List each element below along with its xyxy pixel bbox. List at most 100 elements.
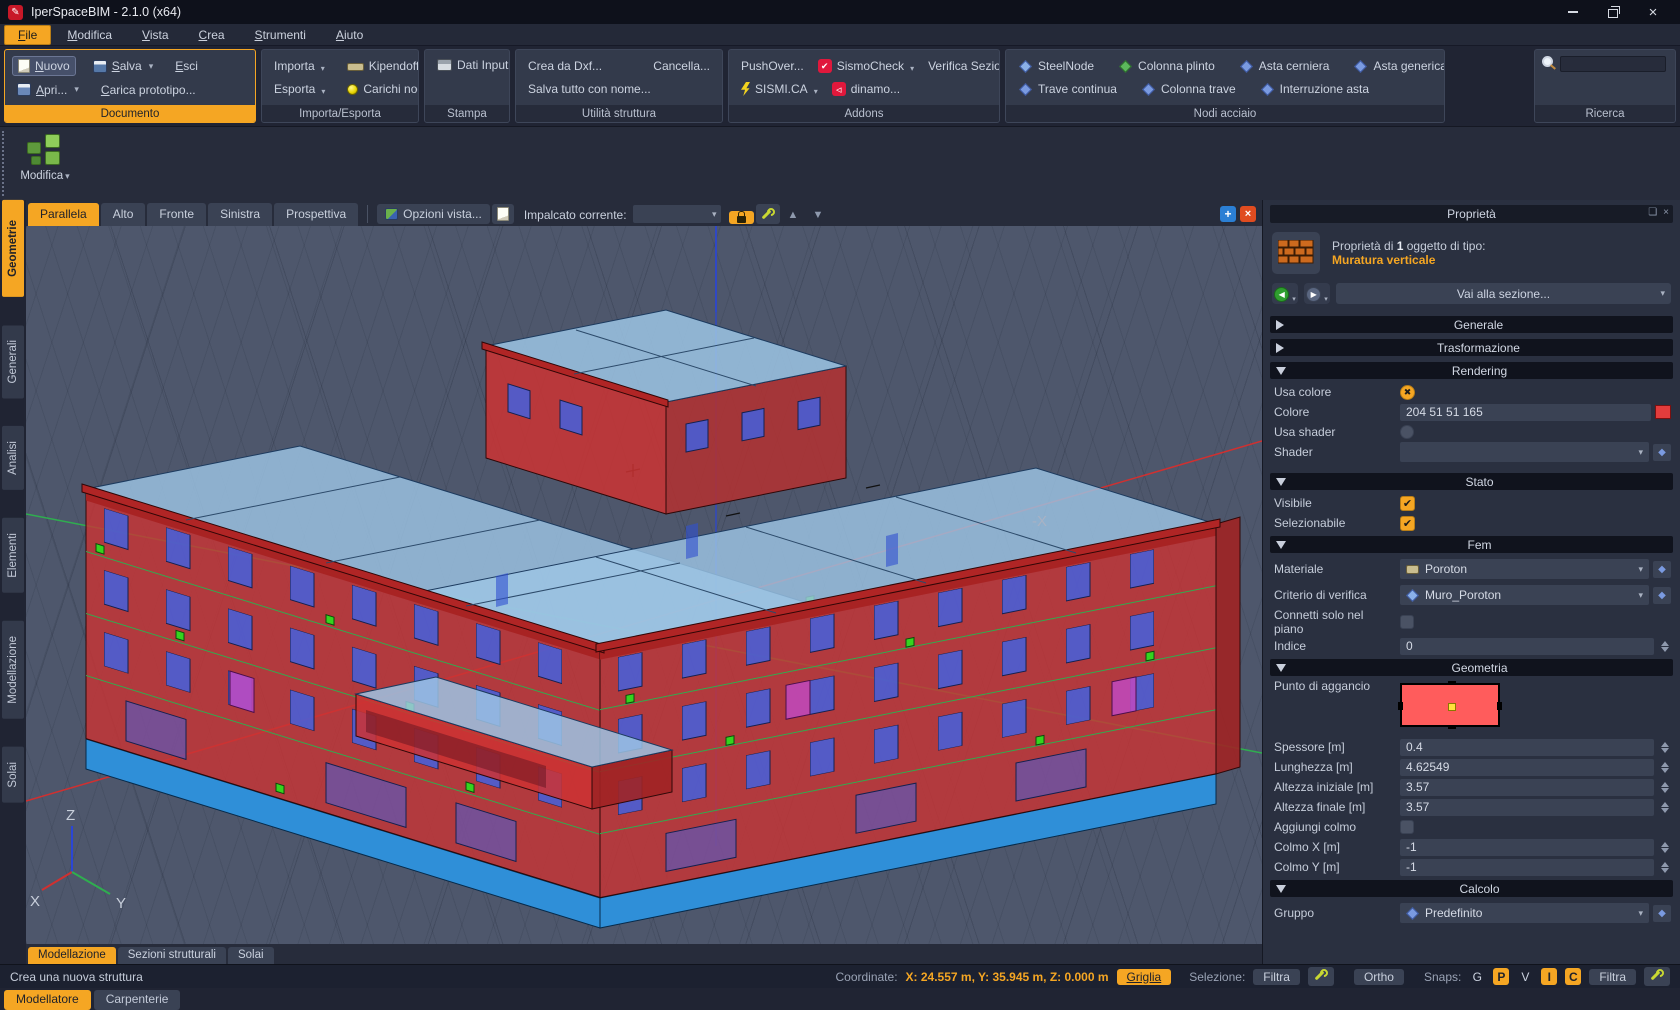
goto-section-dropdown[interactable]: Vai alla sezione...▾ [1336, 283, 1671, 304]
snap-settings-button[interactable] [1644, 967, 1670, 986]
add-view-button[interactable]: + [1220, 206, 1236, 222]
snap-c[interactable]: C [1565, 968, 1581, 985]
colmo-y-field[interactable]: -1 [1400, 859, 1654, 876]
sidetab-elementi[interactable]: Elementi [2, 518, 24, 593]
salva-tutto-button[interactable]: Salva tutto con nome... [523, 80, 656, 98]
menu-aiuto[interactable]: Aiuto [322, 25, 377, 45]
sismica-button[interactable]: SISMI.CA▾ [736, 80, 823, 98]
bottomtab-modellazione[interactable]: Modellazione [28, 947, 116, 964]
indice-spinner[interactable] [1658, 641, 1671, 652]
section-trasformazione[interactable]: Trasformazione [1270, 339, 1673, 356]
modifica-tool-button[interactable]: Modifica▾ [12, 130, 78, 184]
section-stato[interactable]: Stato [1270, 473, 1673, 490]
altezza-iniziale-spinner[interactable] [1658, 782, 1671, 793]
menu-modifica[interactable]: Modifica [53, 25, 126, 45]
section-rendering[interactable]: Rendering [1270, 362, 1673, 379]
snap-i[interactable]: I [1541, 968, 1557, 985]
steelnode-button[interactable]: SteelNode [1013, 57, 1099, 75]
apri-button[interactable]: Apri...▾ [12, 81, 84, 99]
snap-filtra-button[interactable]: Filtra [1589, 969, 1636, 985]
menu-crea[interactable]: Crea [185, 25, 239, 45]
importa-dropdown-icon[interactable]: ▾ [321, 64, 325, 73]
modifica-dropdown-icon[interactable]: ▾ [65, 171, 70, 181]
connetti-checkbox[interactable] [1400, 615, 1414, 629]
indice-field[interactable]: 0 [1400, 638, 1654, 655]
menu-vista[interactable]: Vista [128, 25, 182, 45]
impalcato-select[interactable]: ▾ [633, 205, 721, 223]
section-geometria[interactable]: Geometria [1270, 659, 1673, 676]
toolbar-grip[interactable] [2, 131, 4, 196]
tab-carpenterie[interactable]: Carpenterie [94, 990, 181, 1010]
usa-shader-toggle[interactable] [1400, 425, 1414, 439]
materiale-edit-button[interactable] [1653, 561, 1671, 578]
criterio-edit-button[interactable] [1653, 587, 1671, 604]
search-input[interactable] [1560, 56, 1666, 72]
colonna-plinto-button[interactable]: Colonna plinto [1113, 57, 1220, 75]
level-up-button[interactable]: ▲ [782, 206, 805, 224]
selezione-settings-button[interactable] [1308, 967, 1334, 986]
sismica-dropdown-icon[interactable]: ▾ [814, 87, 818, 96]
esporta-button[interactable]: Esporta▾ [269, 80, 330, 98]
color-swatch[interactable] [1655, 405, 1671, 419]
apri-dropdown-icon[interactable]: ▾ [74, 84, 79, 95]
dinamo-button[interactable]: dinamo... [827, 80, 905, 98]
cancella-button[interactable]: Cancella... [648, 57, 715, 75]
view-sheet-button[interactable] [492, 204, 514, 224]
float-panel-icon[interactable]: ❏ [1648, 207, 1657, 218]
selezionabile-checkbox[interactable] [1400, 516, 1415, 531]
bottomtab-sezioni[interactable]: Sezioni strutturali [118, 947, 226, 964]
spessore-spinner[interactable] [1658, 742, 1671, 753]
sidetab-analisi[interactable]: Analisi [2, 426, 24, 490]
ortho-button[interactable]: Ortho [1354, 969, 1404, 985]
esporta-dropdown-icon[interactable]: ▾ [321, 87, 325, 96]
crea-da-dxf-button[interactable]: Crea da Dxf... [523, 57, 607, 75]
carica-prototipo-button[interactable]: Carica prototipo... [96, 81, 201, 99]
viewtab-fronte[interactable]: Fronte [147, 203, 206, 226]
menu-strumenti[interactable]: Strumenti [241, 25, 320, 45]
sismocheck-dropdown-icon[interactable]: ▾ [910, 64, 914, 73]
anchor-dot[interactable] [1448, 703, 1456, 711]
level-down-button[interactable]: ▼ [806, 206, 829, 224]
viewtab-prospettiva[interactable]: Prospettiva [274, 203, 358, 226]
anchor-point-widget[interactable] [1400, 683, 1500, 727]
tab-modellatore[interactable]: Modellatore [4, 990, 91, 1010]
viewtab-sinistra[interactable]: Sinistra [208, 203, 272, 226]
spessore-field[interactable]: 0.4 [1400, 739, 1654, 756]
restore-button[interactable] [1606, 6, 1620, 18]
back-button[interactable]: ◀▾ [1272, 283, 1298, 304]
colmo-x-spinner[interactable] [1658, 842, 1671, 853]
asta-cerniera-button[interactable]: Asta cerniera [1234, 57, 1335, 75]
opzioni-vista-button[interactable]: Opzioni vista... [377, 204, 490, 224]
minimize-button[interactable] [1566, 6, 1580, 18]
sidetab-generali[interactable]: Generali [2, 325, 24, 398]
close-button[interactable]: × [1646, 6, 1660, 18]
kipendoff-button[interactable]: Kipendoff [342, 57, 419, 75]
salva-button[interactable]: Salva▾ [88, 57, 159, 75]
snap-p[interactable]: P [1493, 968, 1509, 985]
section-generale[interactable]: Generale [1270, 316, 1673, 333]
colore-field[interactable]: 204 51 51 165 [1400, 404, 1651, 421]
usa-colore-toggle[interactable] [1400, 385, 1415, 400]
dati-input-button[interactable]: Dati Input [432, 56, 502, 74]
section-fem[interactable]: Fem [1270, 536, 1673, 553]
settings-button[interactable] [756, 204, 780, 224]
colmo-x-field[interactable]: -1 [1400, 839, 1654, 856]
sidetab-solai[interactable]: Solai [2, 747, 24, 803]
criterio-dropdown[interactable]: Muro_Poroton▾ [1400, 585, 1649, 605]
importa-button[interactable]: Importa▾ [269, 57, 330, 75]
visibile-checkbox[interactable] [1400, 496, 1415, 511]
nuovo-button[interactable]: Nuovo [12, 56, 76, 76]
lock-button[interactable] [729, 211, 754, 224]
altezza-finale-spinner[interactable] [1658, 802, 1671, 813]
pushover-button[interactable]: PushOver... [736, 57, 809, 75]
altezza-iniziale-field[interactable]: 3.57 [1400, 779, 1654, 796]
sidetab-geometrie[interactable]: Geometrie [2, 200, 24, 297]
colmo-y-spinner[interactable] [1658, 862, 1671, 873]
materiale-dropdown[interactable]: Poroton▾ [1400, 559, 1649, 579]
viewtab-parallela[interactable]: Parallela [28, 203, 99, 226]
lunghezza-field[interactable]: 4.62549 [1400, 759, 1654, 776]
impalcato-dropdown-icon[interactable]: ▾ [712, 209, 717, 220]
asta-generica-button[interactable]: Asta generica [1348, 57, 1445, 75]
esci-button[interactable]: Esci [170, 57, 203, 75]
carichi-nodali-button[interactable]: Carichi nodali [342, 80, 419, 98]
